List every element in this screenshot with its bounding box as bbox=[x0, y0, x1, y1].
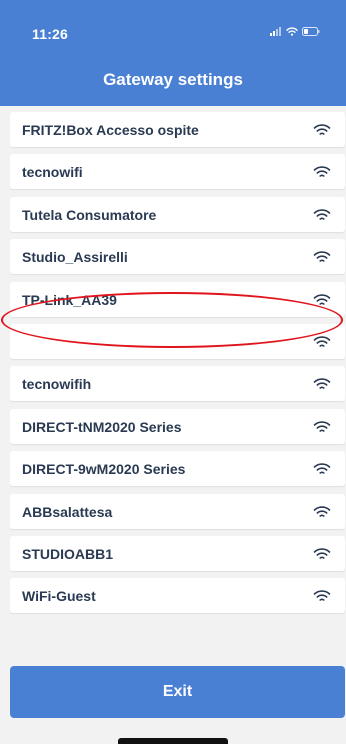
network-row[interactable]: tecnowifih bbox=[10, 366, 345, 401]
battery-icon bbox=[302, 27, 320, 36]
page-title: Gateway settings bbox=[103, 70, 243, 89]
wifi-icon bbox=[313, 420, 331, 434]
network-ssid: tecnowifi bbox=[22, 163, 83, 180]
network-row[interactable]: DIRECT-9wM2020 Series bbox=[10, 451, 345, 486]
network-row[interactable]: TP-Link_AA39 bbox=[10, 282, 345, 317]
network-row[interactable]: FRITZ!Box Accesso ospite bbox=[10, 112, 345, 147]
network-row[interactable]: Studio_Assirelli bbox=[10, 239, 345, 274]
gateway-settings-screen: 11:26 Gateway settings FRITZ!Box Accesso… bbox=[0, 0, 346, 744]
home-indicator bbox=[118, 738, 228, 744]
network-row[interactable]: DIRECT-tNM2020 Series bbox=[10, 409, 345, 444]
network-ssid: WiFi-Guest bbox=[22, 587, 96, 604]
network-row[interactable]: Tutela Consumatore bbox=[10, 197, 345, 232]
wifi-icon bbox=[286, 27, 298, 36]
wifi-icon bbox=[313, 208, 331, 222]
exit-button[interactable]: Exit bbox=[10, 666, 345, 718]
wifi-icon bbox=[313, 165, 331, 179]
network-ssid: ABBsalattesa bbox=[22, 503, 113, 520]
network-ssid: tecnowifih bbox=[22, 375, 92, 392]
header: 11:26 Gateway settings bbox=[0, 0, 346, 106]
network-ssid: TP-Link_AA39 bbox=[22, 291, 117, 308]
cellular-signal-icon bbox=[270, 27, 282, 36]
wifi-icon bbox=[313, 123, 331, 137]
status-time: 11:26 bbox=[32, 26, 69, 42]
status-bar: 11:26 bbox=[0, 0, 346, 56]
network-ssid: Studio_Assirelli bbox=[22, 248, 128, 265]
network-row[interactable]: tecnowifi bbox=[10, 154, 345, 189]
network-row[interactable]: ABBsalattesa bbox=[10, 494, 345, 529]
network-ssid: Tutela Consumatore bbox=[22, 206, 157, 223]
wifi-icon bbox=[313, 335, 331, 349]
network-list: FRITZ!Box Accesso ospite tecnowifi Tutela … bbox=[10, 106, 345, 662]
network-ssid: STUDIOABB1 bbox=[22, 545, 114, 562]
wifi-icon bbox=[313, 505, 331, 519]
network-ssid: FRITZ!Box Accesso ospite bbox=[22, 121, 199, 138]
network-row[interactable]: WiFi-Guest bbox=[10, 578, 345, 613]
wifi-icon bbox=[313, 589, 331, 603]
network-row[interactable]: STUDIOABB1 bbox=[10, 536, 345, 571]
wifi-icon bbox=[313, 250, 331, 264]
network-ssid: DIRECT-tNM2020 Series bbox=[22, 418, 182, 435]
wifi-icon bbox=[313, 377, 331, 391]
wifi-icon bbox=[313, 547, 331, 561]
wifi-icon bbox=[313, 462, 331, 476]
network-row[interactable] bbox=[10, 324, 345, 359]
wifi-icon bbox=[313, 293, 331, 307]
network-ssid: DIRECT-9wM2020 Series bbox=[22, 460, 186, 477]
status-icons bbox=[270, 27, 320, 36]
